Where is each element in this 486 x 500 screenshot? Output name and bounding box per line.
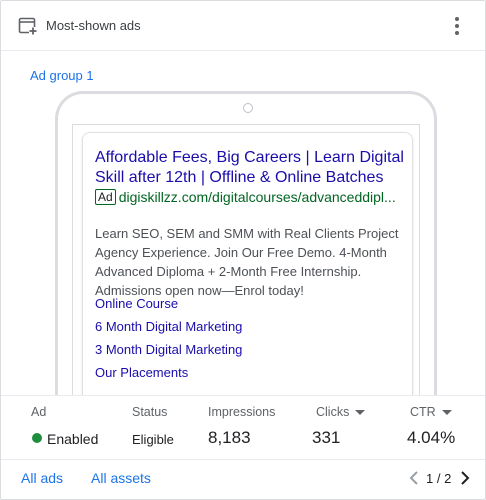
more-vert-icon[interactable]	[445, 13, 469, 39]
impressions-column-label: Impressions	[208, 405, 276, 419]
enabled-status-icon	[32, 433, 42, 443]
ad-display-url: digiskillzz.com/digitalcourses/advancedd…	[118, 188, 396, 205]
ctr-column-label: CTR	[410, 405, 436, 419]
impressions-value: 8,183	[208, 428, 251, 447]
card-header: Most-shown ads	[1, 1, 485, 51]
status-column-label: Status	[132, 405, 168, 419]
ctr-column-header[interactable]: CTR	[410, 405, 452, 419]
clicks-column-header[interactable]: Clicks	[316, 405, 366, 419]
ad-group-link[interactable]: Ad group 1	[30, 68, 94, 83]
ad-url-row: Ad digiskillzz.com/digitalcourses/advance…	[95, 188, 410, 206]
ad-badge: Ad	[95, 188, 116, 205]
chevron-left-icon[interactable]	[406, 469, 422, 487]
all-assets-link[interactable]: All assets	[91, 470, 151, 486]
phone-camera	[243, 103, 253, 113]
chevron-right-icon[interactable]	[457, 469, 473, 487]
sitelink-3-month[interactable]: 3 Month Digital Marketing	[95, 342, 242, 357]
ad-description: Learn SEO, SEM and SMM with Real Clients…	[95, 226, 399, 298]
sitelink-our-placements[interactable]: Our Placements	[95, 365, 188, 380]
phone-frame: Affordable Fees, Big Careers | Learn Dig…	[55, 91, 437, 424]
dropdown-arrow-icon	[355, 410, 366, 416]
ad-column-label: Ad	[31, 405, 47, 419]
ctr-value: 4.04%	[407, 428, 456, 447]
sitelink-6-month[interactable]: 6 Month Digital Marketing	[95, 319, 242, 334]
stats-row: Ad Status Impressions Clicks CTR Enabled…	[1, 395, 485, 458]
most-shown-ads-card: Most-shown ads Ad group 1 Affordable Fee…	[0, 0, 486, 500]
ad-preview: Affordable Fees, Big Careers | Learn Dig…	[82, 132, 413, 422]
eligibility-value: Eligible	[132, 432, 174, 447]
phone-screen: Affordable Fees, Big Careers | Learn Dig…	[72, 124, 420, 424]
clicks-column-label: Clicks	[316, 405, 350, 419]
dropdown-arrow-icon	[441, 410, 452, 416]
clicks-value: 331	[312, 428, 341, 447]
card-footer: All ads All assets 1 / 2	[1, 459, 485, 499]
sitelink-online-course[interactable]: Online Course	[95, 296, 178, 311]
card-title: Most-shown ads	[46, 18, 141, 33]
ad-preview-icon	[18, 16, 38, 36]
all-ads-link[interactable]: All ads	[21, 470, 63, 486]
ad-status-value: Enabled	[47, 431, 99, 447]
ad-headline[interactable]: Affordable Fees, Big Careers | Learn Dig…	[95, 148, 407, 188]
pagination-indicator: 1 / 2	[426, 471, 452, 486]
